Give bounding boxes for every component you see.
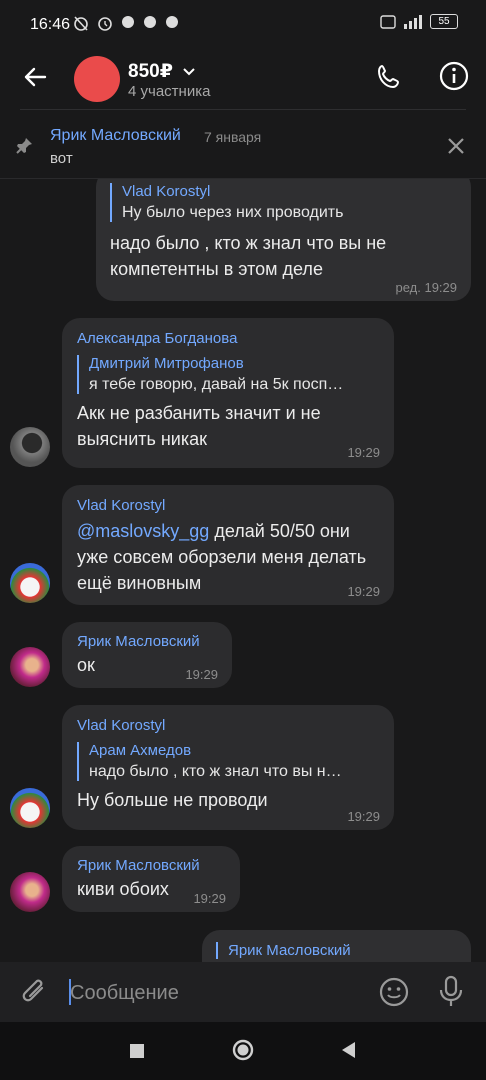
- user-avatar[interactable]: [10, 788, 50, 828]
- chat-notification-icon: [142, 14, 158, 32]
- user-avatar[interactable]: [10, 647, 50, 687]
- signal-icon: [402, 14, 424, 29]
- emoji-icon[interactable]: [378, 976, 410, 1008]
- user-avatar[interactable]: [10, 563, 50, 603]
- reply-quote[interactable]: Дмитрий Митрофанов я тебе говорю, давай …: [77, 355, 380, 394]
- message-text: @maslovsky_gg делай 50/50 они уже совсем…: [77, 521, 367, 593]
- info-icon[interactable]: [438, 60, 470, 92]
- back-arrow-icon[interactable]: [22, 64, 48, 90]
- message-text: надо было , кто ж знал что вы не компете…: [110, 233, 387, 279]
- message-sender: Александра Богданова: [77, 330, 238, 347]
- reply-quote[interactable]: Vlad Korostyl Ну было через них проводит…: [110, 183, 457, 222]
- message-bubble[interactable]: Ярик Масловский киви обоих 19:29: [62, 846, 240, 912]
- quote-text: Ну было через них проводить: [122, 204, 344, 221]
- pinned-message[interactable]: [0, 112, 486, 178]
- message-text: Ну больше не проводи: [77, 790, 268, 810]
- message-time: 19:29: [193, 891, 226, 906]
- group-avatar[interactable]: [74, 56, 120, 102]
- volte-icon: [380, 14, 396, 29]
- message-time: 19:29: [185, 667, 218, 682]
- chat-notification-icon: [164, 14, 180, 32]
- user-avatar[interactable]: [10, 427, 50, 467]
- alarm-off-icon: [72, 14, 90, 32]
- pinned-author: Ярик Масловский: [50, 127, 181, 144]
- status-time: 16:46: [30, 16, 71, 33]
- home-circle-icon[interactable]: [232, 1039, 254, 1061]
- message-input-placeholder: Сообщение: [70, 982, 179, 1004]
- message-sender: Vlad Korostyl: [77, 497, 166, 514]
- quote-author: Дмитрий Митрофанов: [89, 355, 244, 372]
- chevron-down-icon: [182, 67, 196, 77]
- message-bubble[interactable]: Vlad Korostyl Ну было через них проводит…: [96, 179, 471, 301]
- message-sender: Vlad Korostyl: [77, 717, 166, 734]
- attach-icon[interactable]: [20, 976, 50, 1008]
- header-divider: [20, 109, 466, 110]
- status-bar: 16:46 55: [0, 0, 486, 52]
- microphone-icon[interactable]: [438, 975, 464, 1009]
- chat-header: [0, 52, 486, 110]
- message-list: Vlad Korostyl Ну было через них проводит…: [0, 179, 486, 962]
- quote-text: надо было , кто ж знал что вы н…: [89, 763, 342, 780]
- chat-notification-icon: [120, 14, 136, 32]
- quote-author: Vlad Korostyl: [122, 183, 211, 200]
- user-avatar[interactable]: [10, 872, 50, 912]
- battery-icon: 55: [430, 14, 458, 29]
- user-mention[interactable]: @maslovsky_gg: [77, 521, 209, 541]
- close-icon[interactable]: [446, 136, 466, 156]
- quote-text: я тебе говорю, давай на 5к посп…: [89, 376, 344, 393]
- pin-icon: [14, 136, 34, 156]
- message-sender: Ярик Масловский: [77, 857, 200, 874]
- quote-author: Арам Ахмедов: [89, 742, 192, 759]
- pinned-text: вот: [50, 150, 73, 167]
- reply-quote[interactable]: Арам Ахмедов надо было , кто ж знал что …: [77, 742, 380, 781]
- chat-title[interactable]: 850₽: [128, 60, 196, 83]
- message-time: 19:29: [347, 445, 380, 460]
- reply-quote[interactable]: Ярик Масловский: [216, 942, 457, 959]
- message-bubble[interactable]: Ярик Масловский ок 19:29: [62, 622, 232, 688]
- phone-icon[interactable]: [374, 62, 404, 92]
- alarm-icon: [96, 14, 114, 32]
- message-bubble[interactable]: Александра Богданова Дмитрий Митрофанов …: [62, 318, 394, 468]
- message-time: 19:29: [347, 809, 380, 824]
- quote-author: Ярик Масловский: [228, 942, 351, 959]
- recents-square-icon[interactable]: [129, 1043, 145, 1059]
- message-text: Акк не разбанить значит и не выяснить ни…: [77, 403, 321, 449]
- message-bubble[interactable]: Vlad Korostyl Арам Ахмедов надо было , к…: [62, 705, 394, 830]
- message-sender: Ярик Масловский: [77, 633, 200, 650]
- message-time: ред. 19:29: [395, 280, 457, 295]
- pinned-date: 7 января: [204, 129, 262, 145]
- back-triangle-icon[interactable]: [340, 1041, 356, 1059]
- message-bubble[interactable]: Vlad Korostyl @maslovsky_gg делай 50/50 …: [62, 485, 394, 605]
- message-time: 19:29: [347, 584, 380, 599]
- member-count: 4 участника: [128, 83, 211, 100]
- status-right: 55: [380, 14, 458, 29]
- message-bubble[interactable]: Ярик Масловский: [202, 930, 471, 962]
- status-icons: [72, 14, 180, 32]
